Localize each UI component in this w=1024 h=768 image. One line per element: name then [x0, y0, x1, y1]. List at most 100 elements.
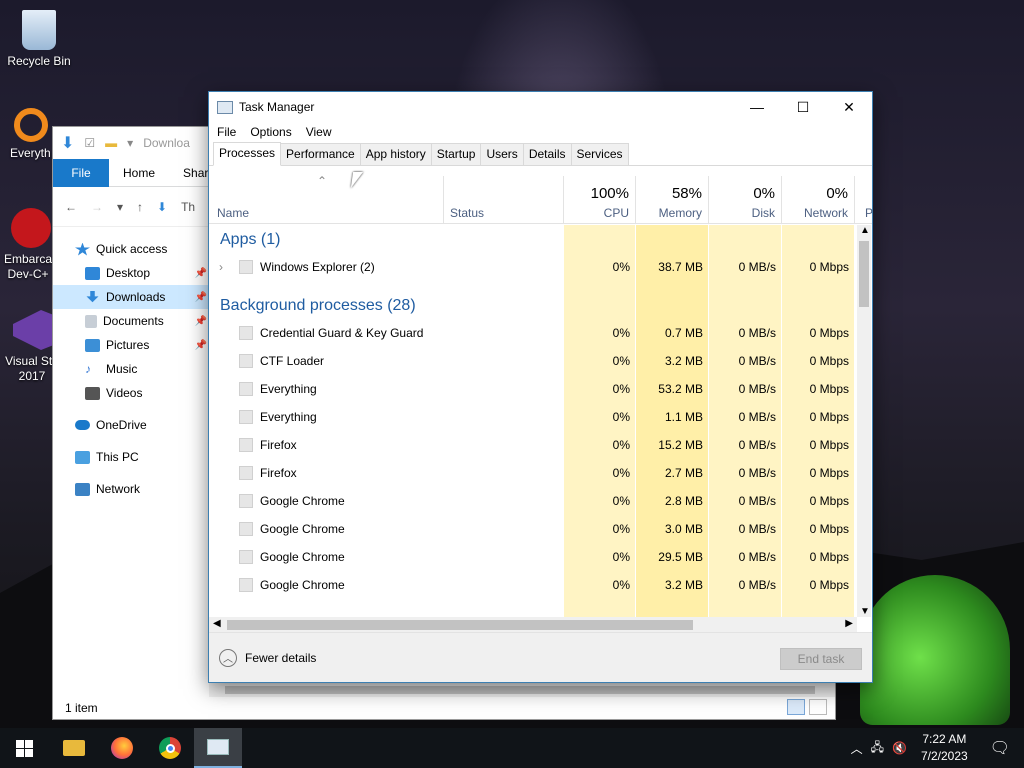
menu-options[interactable]: Options	[250, 125, 291, 139]
minimize-button[interactable]: —	[734, 92, 780, 122]
fewer-details-link[interactable]: Fewer details	[245, 651, 316, 665]
process-name: Google Chrome	[260, 578, 345, 592]
nav-this-pc[interactable]: This PC	[53, 445, 213, 469]
process-network: 0 Mbps	[809, 382, 849, 396]
process-name: Everything	[260, 382, 317, 396]
scrollbar-thumb[interactable]	[225, 686, 815, 694]
process-row[interactable]: Firefox 0% 15.2 MB 0 MB/s 0 Mbps	[209, 431, 857, 459]
maximize-button[interactable]: ☐	[780, 92, 826, 122]
properties-icon[interactable]: ☑	[84, 136, 95, 150]
chevron-down-icon[interactable]: ▾	[127, 136, 133, 150]
forward-arrow-icon[interactable]: →	[91, 200, 103, 214]
taskbar-firefox[interactable]	[98, 728, 146, 768]
up-arrow-icon[interactable]: ↑	[137, 200, 143, 214]
task-manager-window: Task Manager — ☐ ✕ File Options View Pro…	[208, 91, 873, 683]
nav-label: This PC	[96, 450, 139, 464]
tab-startup[interactable]: Startup	[430, 143, 482, 165]
nav-onedrive[interactable]: OneDrive	[53, 413, 213, 437]
column-memory[interactable]: 58% Memory	[636, 176, 709, 224]
chrome-icon	[159, 737, 181, 759]
down-arrow-icon[interactable]: ⬇	[61, 133, 74, 153]
process-row[interactable]: CTF Loader 0% 3.2 MB 0 MB/s 0 Mbps	[209, 347, 857, 375]
tab-processes[interactable]: Processes	[213, 142, 282, 166]
nav-label: Desktop	[106, 266, 151, 280]
nav-quick-access[interactable]: Quick access	[53, 237, 213, 261]
process-row[interactable]: Everything 0% 53.2 MB 0 MB/s 0 Mbps	[209, 375, 857, 403]
nav-network[interactable]: Network	[53, 477, 213, 501]
nav-item-desktop[interactable]: Desktop 📌	[53, 261, 213, 285]
clock-time: 7:22 AM	[922, 732, 967, 746]
scroll-left-icon[interactable]: ◀	[213, 618, 221, 629]
scrollbar-thumb[interactable]	[859, 241, 869, 307]
process-vertical-scrollbar[interactable]: ▲ ▼	[857, 225, 871, 617]
folder-icon	[63, 740, 85, 756]
column-disk[interactable]: 0% Disk	[709, 176, 782, 224]
taskbar-chrome[interactable]	[146, 728, 194, 768]
folder-icon[interactable]: ▬	[105, 136, 117, 150]
process-row[interactable]: Google Chrome 0% 2.8 MB 0 MB/s 0 Mbps	[209, 487, 857, 515]
nav-item-music[interactable]: ♪ Music	[53, 357, 213, 381]
column-status[interactable]: Status	[444, 176, 564, 224]
documents-icon	[85, 314, 97, 328]
tab-app-history[interactable]: App history	[359, 143, 432, 165]
process-network: 0 Mbps	[809, 260, 849, 274]
nav-item-documents[interactable]: Documents 📌	[53, 309, 213, 333]
desktop-icon-recycle-bin[interactable]: Recycle Bin	[2, 10, 76, 69]
menu-file[interactable]: File	[217, 125, 236, 139]
recent-chevron-icon[interactable]: ▾	[117, 200, 123, 214]
menu-view[interactable]: View	[306, 125, 332, 139]
process-row[interactable]: Everything 0% 1.1 MB 0 MB/s 0 Mbps	[209, 403, 857, 431]
address-path[interactable]: Th	[181, 200, 195, 214]
start-button[interactable]	[0, 728, 48, 768]
process-row[interactable]: Google Chrome 0% 3.2 MB 0 MB/s 0 Mbps	[209, 571, 857, 599]
details-view-icon[interactable]	[787, 699, 805, 715]
nav-label: Videos	[106, 386, 143, 400]
end-task-button[interactable]: End task	[780, 648, 862, 670]
process-horizontal-scrollbar[interactable]: ◀ ▶	[209, 617, 857, 633]
process-row[interactable]: › Windows Explorer (2) 0% 38.7 MB 0 MB/s 0 Mb…	[209, 253, 857, 281]
taskbar-file-explorer[interactable]	[50, 728, 98, 768]
volume-muted-icon[interactable]: 🔇	[892, 741, 907, 755]
title-bar[interactable]: Task Manager — ☐ ✕	[209, 92, 872, 122]
column-power-partial[interactable]: P	[855, 176, 873, 224]
column-cpu[interactable]: 100% CPU	[564, 176, 636, 224]
taskbar-task-manager[interactable]	[194, 728, 242, 768]
nav-item-downloads[interactable]: Downloads 📌	[53, 285, 213, 309]
notification-icon[interactable]: 🗨	[982, 738, 1018, 758]
tab-performance[interactable]: Performance	[280, 143, 361, 165]
windows-logo-icon	[15, 739, 33, 757]
process-memory: 0.7 MB	[664, 326, 703, 340]
address-downloads-icon: ⬇	[157, 199, 168, 214]
process-row[interactable]: Credential Guard & Key Guard 0% 0.7 MB 0 MB…	[209, 319, 857, 347]
process-memory: 3.2 MB	[664, 578, 703, 592]
close-button[interactable]: ✕	[826, 92, 872, 122]
system-tray: ︿ 🖧 🔇 7:22 AM 7/2/2023 🗨	[851, 731, 1024, 765]
process-memory: 38.7 MB	[658, 260, 703, 274]
back-arrow-icon[interactable]: ←	[65, 200, 77, 214]
network-icon[interactable]: 🖧	[871, 738, 884, 759]
scrollbar-thumb[interactable]	[227, 620, 693, 630]
process-row[interactable]: Google Chrome 0% 3.0 MB 0 MB/s 0 Mbps	[209, 515, 857, 543]
nav-item-videos[interactable]: Videos	[53, 381, 213, 405]
process-memory: 29.5 MB	[658, 550, 703, 564]
process-row[interactable]: Google Chrome 0% 29.5 MB 0 MB/s 0 Mbps	[209, 543, 857, 571]
scroll-up-icon[interactable]: ▲	[860, 225, 870, 236]
large-icons-view-icon[interactable]	[809, 699, 827, 715]
tab-details[interactable]: Details	[522, 143, 572, 165]
tab-users[interactable]: Users	[480, 143, 524, 165]
process-row[interactable]: Firefox 0% 2.7 MB 0 MB/s 0 Mbps	[209, 459, 857, 487]
scroll-right-icon[interactable]: ▶	[845, 618, 853, 629]
explorer-horizontal-scrollbar[interactable]	[209, 683, 835, 697]
chevron-up-icon[interactable]: ︿	[851, 740, 863, 757]
column-name[interactable]: ⌃ Name	[209, 174, 444, 224]
chevron-up-circle-icon[interactable]: ︿	[219, 648, 237, 667]
scroll-down-icon[interactable]: ▼	[860, 606, 870, 617]
clock[interactable]: 7:22 AM 7/2/2023	[915, 731, 974, 765]
column-network[interactable]: 0% Network	[782, 176, 855, 224]
tab-services[interactable]: Services	[570, 143, 629, 165]
ribbon-tab-home[interactable]: Home	[109, 159, 169, 187]
cpu-total-percent: 100%	[590, 185, 629, 202]
ribbon-tab-file[interactable]: File	[53, 158, 109, 187]
expand-chevron-icon[interactable]: ›	[219, 253, 223, 281]
nav-item-pictures[interactable]: Pictures 📌	[53, 333, 213, 357]
